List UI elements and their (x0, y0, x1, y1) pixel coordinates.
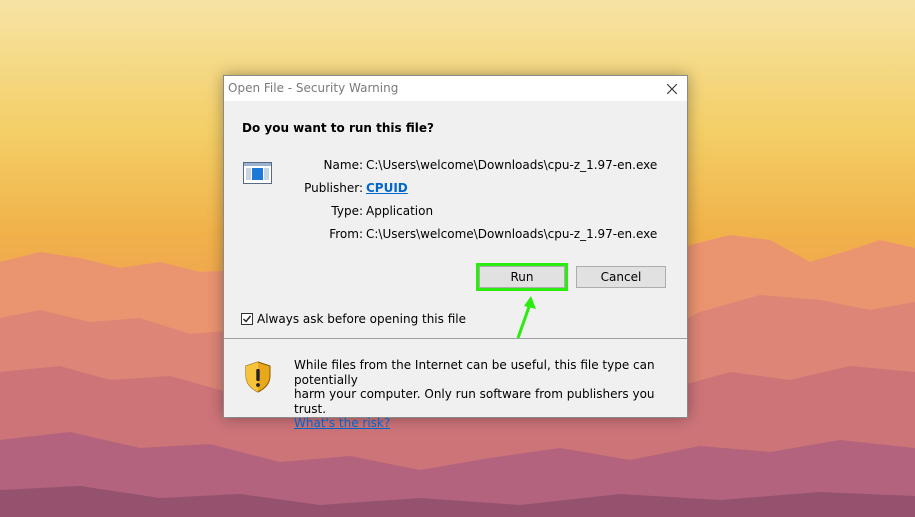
warning-line-2: harm your computer. Only run software fr… (294, 387, 655, 416)
always-ask-option[interactable]: Always ask before opening this file (241, 312, 466, 326)
type-value: Application (366, 204, 434, 218)
dialog-titlebar[interactable]: Open File - Security Warning (224, 76, 687, 101)
whats-the-risk-link[interactable]: What's the risk? (294, 416, 390, 430)
checkmark-icon (243, 315, 252, 323)
close-button[interactable] (657, 76, 687, 101)
always-ask-checkbox[interactable] (241, 313, 253, 325)
section-divider (224, 338, 687, 339)
from-label: From: (329, 227, 363, 241)
shield-warning-icon (245, 361, 271, 393)
name-row: Name: C:\Users\welcome\Downloads\cpu-z_1… (324, 158, 658, 172)
warning-line-1: While files from the Internet can be use… (294, 358, 655, 387)
run-button[interactable]: Run (476, 263, 568, 291)
name-label: Name: (323, 158, 363, 172)
type-row: Type: Application (331, 204, 434, 218)
cancel-button[interactable]: Cancel (576, 266, 666, 288)
publisher-row: Publisher: CPUID (304, 181, 408, 195)
annotation-arrow (516, 296, 536, 339)
always-ask-label: Always ask before opening this file (257, 312, 466, 326)
from-row: From: C:\Users\welcome\Downloads\cpu-z_1… (329, 227, 658, 241)
publisher-label: Publisher: (304, 181, 363, 195)
type-label: Type: (331, 204, 363, 218)
warning-text: While files from the Internet can be use… (294, 358, 679, 431)
dialog-title: Open File - Security Warning (228, 81, 399, 95)
from-value: C:\Users\welcome\Downloads\cpu-z_1.97-en… (366, 227, 658, 241)
dialog-question: Do you want to run this file? (242, 121, 434, 135)
close-icon (667, 83, 677, 94)
security-warning-dialog: Open File - Security Warning Do you want… (223, 75, 688, 430)
name-value: C:\Users\welcome\Downloads\cpu-z_1.97-en… (366, 158, 658, 172)
publisher-link[interactable]: CPUID (366, 181, 408, 195)
